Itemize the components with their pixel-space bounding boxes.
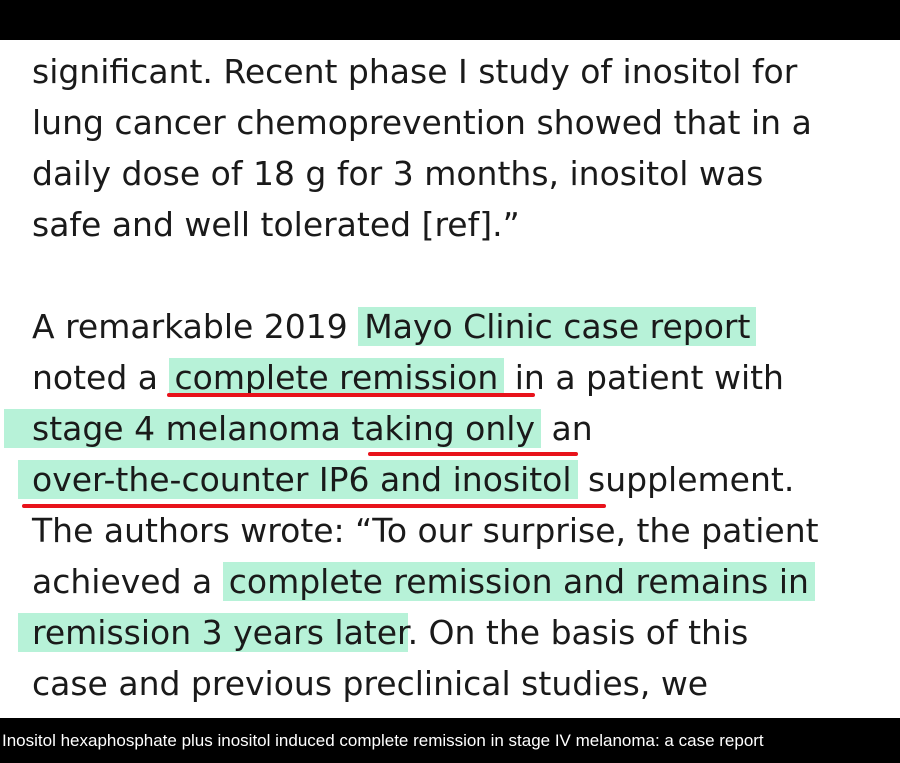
paragraph-1-line-1: significant. Recent phase I study of ino… bbox=[32, 52, 798, 91]
text: achieved a bbox=[32, 562, 223, 601]
text: . On the basis of this bbox=[407, 613, 749, 652]
source-caption: Inositol hexaphosphate plus inositol ind… bbox=[0, 718, 900, 763]
red-underline-complete-remission bbox=[167, 393, 535, 397]
highlight-otc-ip6-inositol: over-the-counter IP6 and inositol bbox=[18, 460, 578, 499]
highlight-mayo-clinic-case-report: Mayo Clinic case report bbox=[358, 307, 757, 346]
text: A remarkable 2019 bbox=[32, 307, 359, 346]
top-black-bar bbox=[0, 0, 900, 40]
paragraph-2-line-8: case and previous preclinical studies, w… bbox=[32, 664, 709, 703]
document-excerpt: significant. Recent phase I study of ino… bbox=[0, 40, 900, 718]
paragraph-1-line-4: safe and well tolerated [ref].” bbox=[32, 205, 520, 244]
paragraph-2-line-1: A remarkable 2019 Mayo Clinic case repor… bbox=[32, 301, 757, 353]
highlight-remission-3-years-later: remission 3 years later bbox=[18, 613, 408, 652]
highlight-complete-remission: complete remission bbox=[168, 358, 505, 397]
text: in a patient with bbox=[504, 358, 784, 397]
paragraph-2-line-3: stage 4 melanoma taking only an bbox=[4, 403, 593, 455]
red-underline-otc-ip6-inositol bbox=[22, 504, 606, 508]
paragraph-1-line-2: lung cancer chemoprevention showed that … bbox=[32, 103, 812, 142]
text: supplement. bbox=[577, 460, 795, 499]
red-underline-taking-only bbox=[368, 452, 578, 456]
paragraph-2-line-6: achieved a complete remission and remain… bbox=[32, 556, 815, 608]
text: noted a bbox=[32, 358, 169, 397]
text: an bbox=[540, 409, 593, 448]
paragraph-1-line-3: daily dose of 18 g for 3 months, inosito… bbox=[32, 154, 764, 193]
highlight-stage-4-melanoma: stage 4 melanoma taking only bbox=[4, 409, 541, 448]
paragraph-2-line-5: The authors wrote: “To our surprise, the… bbox=[32, 511, 819, 550]
highlight-complete-remission-remains: complete remission and remains in bbox=[222, 562, 815, 601]
paragraph-2-line-7: remission 3 years later. On the basis of… bbox=[18, 607, 748, 659]
paragraph-2-line-4: over-the-counter IP6 and inositol supple… bbox=[18, 454, 794, 506]
